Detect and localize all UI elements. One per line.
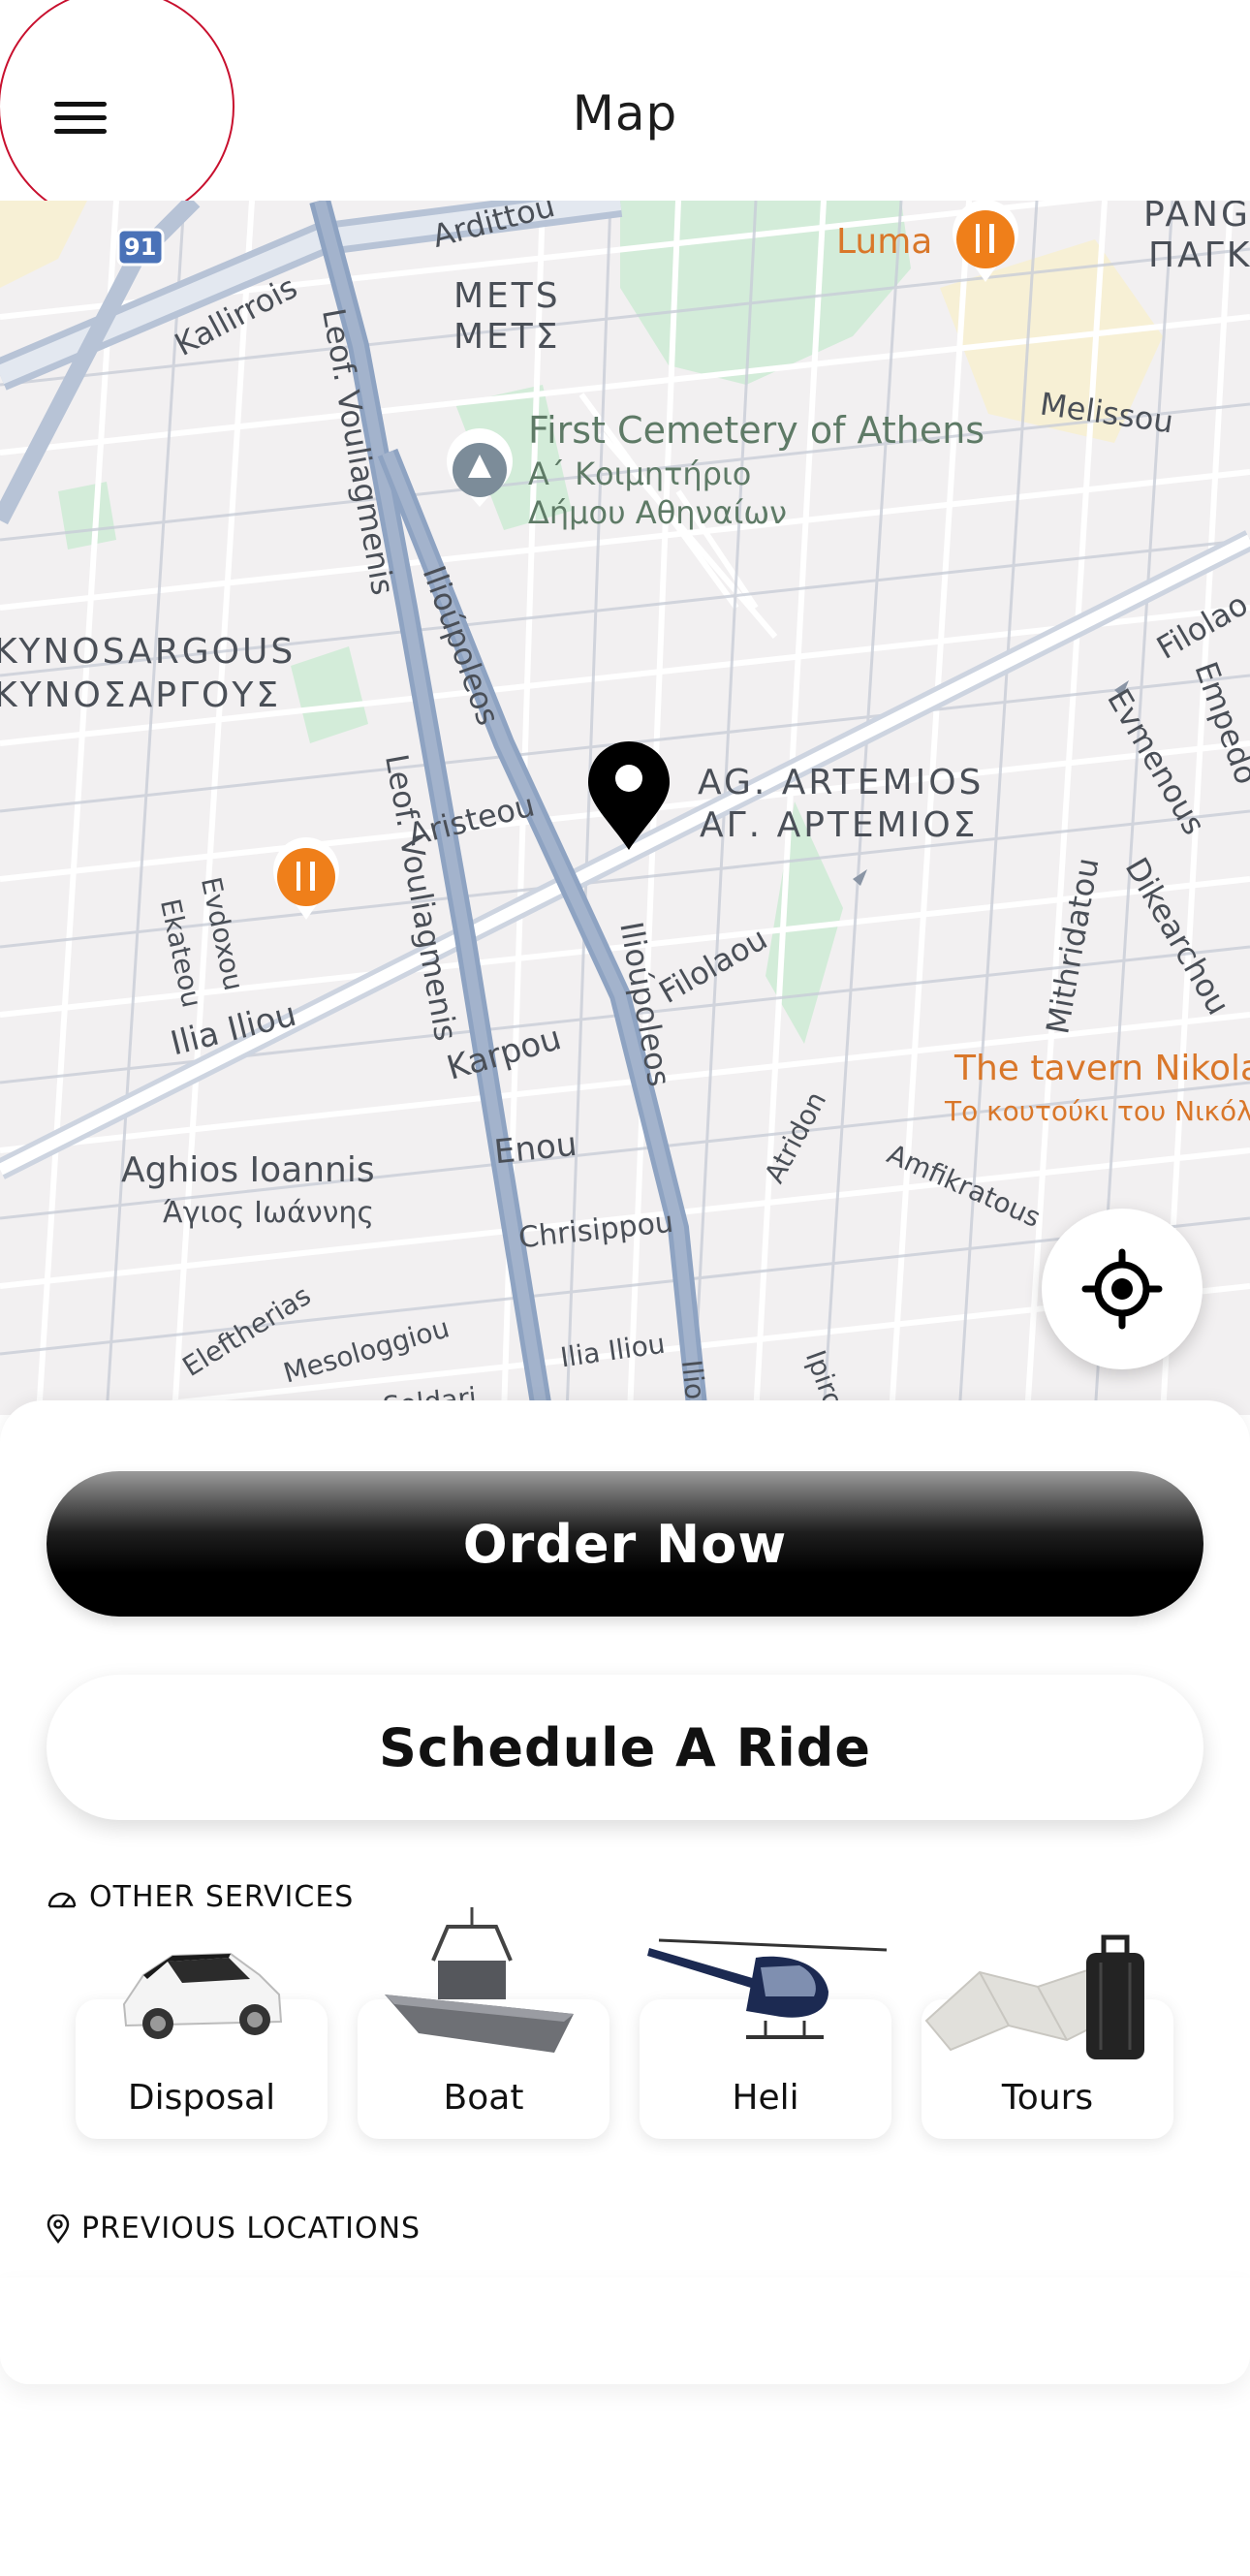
suv-car-icon <box>122 1952 283 2039</box>
label-luma: Luma <box>836 222 933 262</box>
order-now-button[interactable]: Order Now <box>47 1471 1203 1617</box>
label-ag-artemios-en: AG. ARTEMIOS <box>698 763 984 802</box>
label-route-91: 91 <box>124 234 157 261</box>
map-luggage-icon <box>924 1934 1144 2059</box>
label-cemetery-en: First Cemetery of Athens <box>528 409 985 452</box>
other-services-header: OTHER SERVICES <box>47 1880 354 1914</box>
label-kynosargous-gr: ΚΥΝΟΣΑΡΓΟΥΣ <box>0 675 282 715</box>
label-pangrati-gr: ΠΑΓΚ <box>1148 236 1250 275</box>
label-ag-artemios-gr: ΑΓ. ΑΡΤΕΜΙΟΣ <box>700 805 979 845</box>
helicopter-icon <box>647 1938 888 2039</box>
label-aghios-ioannis-en: Aghios Ioannis <box>121 1150 375 1190</box>
previous-location-card[interactable] <box>0 2278 1250 2384</box>
label-tavern-gr: Το κουτούκι του Νικόλ <box>945 1095 1250 1127</box>
label-kynosargous-en: KYNOSARGOUS <box>0 632 297 672</box>
label-ilio-3: Ilio <box>674 1358 712 1401</box>
label-mets-en: METS <box>453 276 561 316</box>
previous-locations-title: PREVIOUS LOCATIONS <box>81 2212 422 2246</box>
label-mets-gr: ΜΕΤΣ <box>453 317 561 357</box>
app-header: Map <box>0 0 1250 225</box>
service-label-boat: Boat <box>443 2078 524 2118</box>
label-cemetery-gr1: Α΄ Κοιμητήριο <box>528 456 752 492</box>
label-cemetery-gr2: Δήμου Αθηναίων <box>528 494 788 531</box>
label-tavern-en: The tavern Nikola <box>954 1049 1250 1088</box>
page-title: Map <box>572 85 678 141</box>
label-pangrati-en: PANG <box>1143 201 1250 235</box>
location-pin-icon <box>47 2214 70 2244</box>
previous-locations-header: PREVIOUS LOCATIONS <box>47 2212 421 2246</box>
service-label-tours: Tours <box>1001 2078 1094 2118</box>
schedule-ride-button[interactable]: Schedule A Ride <box>47 1675 1203 1820</box>
other-services-title: OTHER SERVICES <box>89 1880 355 1914</box>
locate-me-button[interactable] <box>1042 1209 1203 1369</box>
crosshair-icon <box>1081 1248 1163 1330</box>
label-aghios-ioannis-gr: Άγιος Ιωάννης <box>163 1196 375 1230</box>
service-label-disposal: Disposal <box>127 2078 276 2118</box>
speedometer-icon <box>47 1892 77 1907</box>
speedboat-icon <box>385 1907 574 2053</box>
service-label-heli: Heli <box>732 2078 799 2118</box>
